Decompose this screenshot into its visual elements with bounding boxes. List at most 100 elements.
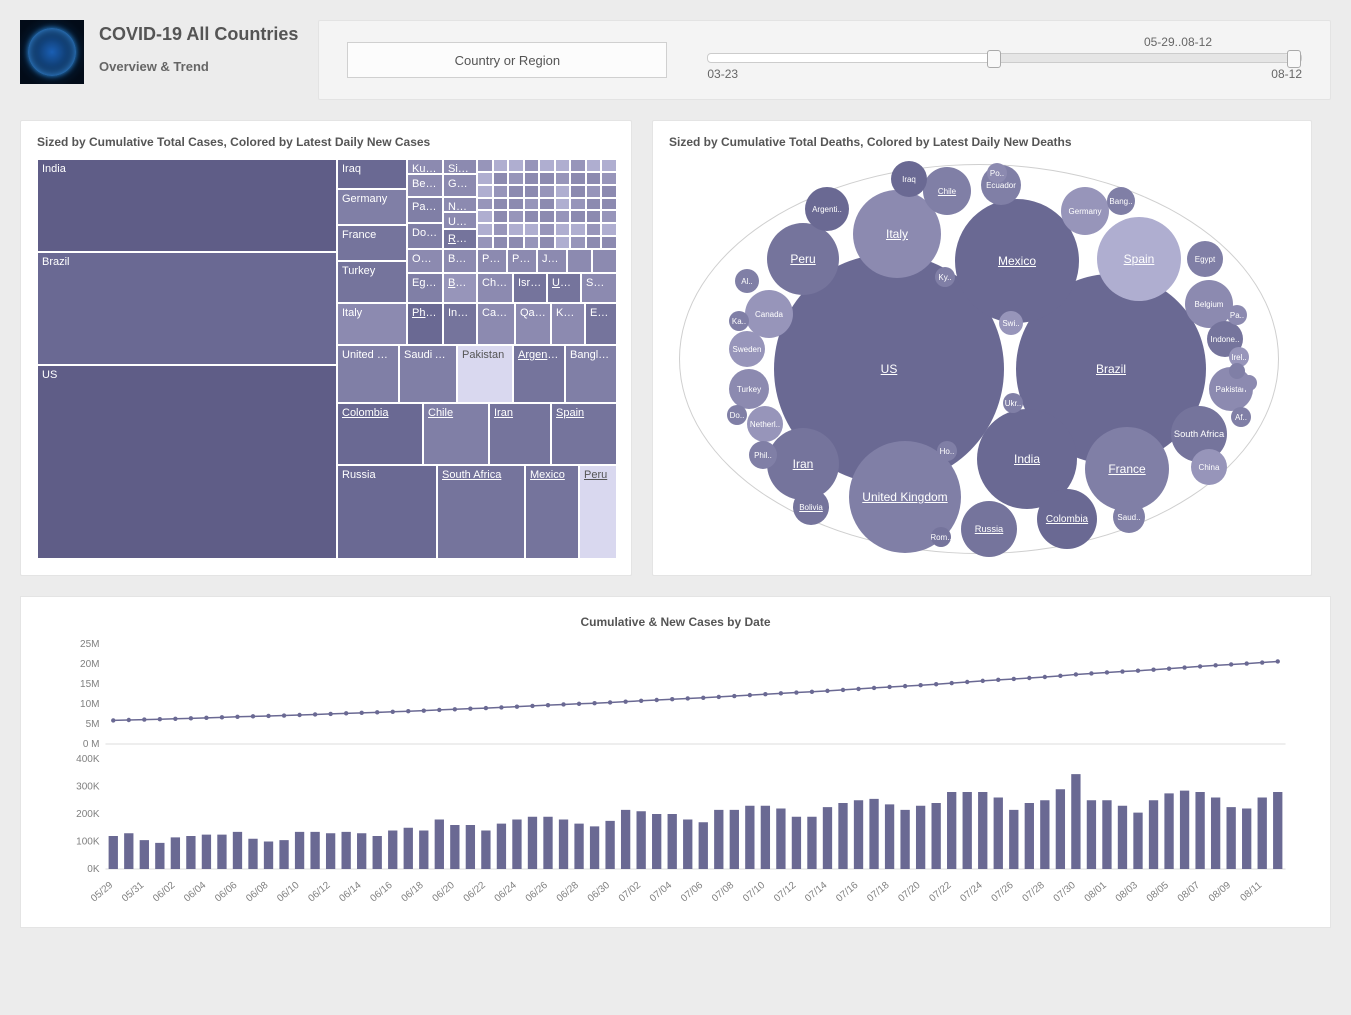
treemap-cell-small[interactable] (477, 210, 493, 223)
treemap-cell[interactable]: Pakistan (457, 345, 513, 403)
treemap-cell[interactable]: Kuwait (407, 159, 443, 174)
treemap-cell-small[interactable] (586, 185, 602, 198)
treemap-cell[interactable]: Italy (337, 303, 407, 345)
treemap-cell-small[interactable] (586, 210, 602, 223)
bubble-item[interactable]: China (1191, 449, 1227, 485)
treemap-cell-small[interactable] (524, 159, 540, 172)
treemap-cell-small[interactable] (555, 236, 571, 249)
treemap-cell-small[interactable] (601, 159, 617, 172)
treemap-cell-small[interactable] (508, 185, 524, 198)
treemap-cell[interactable]: Russia (337, 465, 437, 559)
country-filter-button[interactable]: Country or Region (347, 42, 667, 78)
treemap-cell-small[interactable] (570, 236, 586, 249)
treemap-cell-small[interactable] (570, 223, 586, 236)
treemap-cell[interactable]: Neth.. (443, 197, 477, 212)
treemap-cell-small[interactable] (477, 159, 493, 172)
treemap-cell-small[interactable] (477, 236, 493, 249)
treemap-cell[interactable]: Belar.. (443, 249, 477, 273)
bubble-item[interactable]: Spain (1097, 217, 1181, 301)
treemap-cell-small[interactable] (601, 172, 617, 185)
treemap-cell-small[interactable] (555, 223, 571, 236)
treemap-cell[interactable]: China (477, 273, 513, 303)
treemap-cell[interactable]: Kaz.. (551, 303, 585, 345)
treemap-cell[interactable] (592, 249, 617, 273)
bubble-item[interactable]: Rom.. (931, 527, 951, 547)
bubble-item[interactable]: Ka.. (729, 311, 749, 331)
treemap-cell-small[interactable] (601, 236, 617, 249)
treemap-cell-small[interactable] (524, 223, 540, 236)
treemap-cell[interactable]: US (37, 365, 337, 559)
bubble-item[interactable]: Turkey (729, 369, 769, 409)
treemap-cell-small[interactable] (493, 172, 509, 185)
bubble-item[interactable] (1241, 375, 1257, 391)
treemap-cell[interactable]: Unite.. (443, 212, 477, 229)
treemap-cell-small[interactable] (524, 236, 540, 249)
treemap-cell-small[interactable] (493, 159, 509, 172)
treemap-cell-small[interactable] (524, 210, 540, 223)
treemap-cell-small[interactable] (477, 198, 493, 211)
bubble-item[interactable]: Saud.. (1113, 501, 1145, 533)
bubble-item[interactable]: Egypt (1187, 241, 1223, 277)
treemap-cell-small[interactable] (493, 185, 509, 198)
treemap-cell[interactable]: Ecua.. (585, 303, 617, 345)
treemap-cell[interactable]: Pana.. (407, 197, 443, 223)
bubble-item[interactable]: Phil.. (749, 441, 777, 469)
treemap-cell-small[interactable] (539, 210, 555, 223)
treemap-cell-small[interactable] (539, 223, 555, 236)
treemap-cell-small[interactable] (570, 198, 586, 211)
date-slider[interactable]: 05-29..08-12 03-23 08-12 (707, 39, 1302, 81)
bubble-item[interactable]: Argenti.. (805, 187, 849, 231)
treemap-cell-small[interactable] (477, 223, 493, 236)
bubble-chart[interactable]: USBrazilMexicoUnited KingdomIndiaItalyFr… (669, 159, 1289, 559)
treemap-cell-small[interactable] (555, 198, 571, 211)
treemap-cell-small[interactable] (539, 172, 555, 185)
treemap-cell-small[interactable] (493, 198, 509, 211)
bubble-item[interactable]: Peru (767, 223, 839, 295)
treemap-cell[interactable]: Belgi.. (407, 174, 443, 197)
slider-handle-end[interactable] (1287, 50, 1301, 68)
treemap-cell[interactable]: Cana.. (477, 303, 515, 345)
treemap-cell-small[interactable] (539, 198, 555, 211)
treemap-cell[interactable]: Qatar (515, 303, 551, 345)
treemap-cell[interactable]: Oman (407, 249, 443, 273)
combo-chart[interactable]: 0 M5M10M15M20M25M0K100K200K300K400K05/29… (41, 639, 1310, 919)
bubble-item[interactable]: France (1085, 427, 1169, 511)
treemap-cell-small[interactable] (555, 159, 571, 172)
treemap-cell[interactable]: Swe.. (581, 273, 617, 303)
treemap-cell[interactable]: South Africa (437, 465, 525, 559)
treemap-cell-small[interactable] (539, 159, 555, 172)
bubble-item[interactable]: Iraq (891, 161, 927, 197)
treemap-cell-small[interactable] (555, 172, 571, 185)
treemap-cell-small[interactable] (555, 210, 571, 223)
treemap-cell-small[interactable] (508, 198, 524, 211)
treemap-cell-small[interactable] (539, 185, 555, 198)
treemap-cell-small[interactable] (493, 223, 509, 236)
treemap-cell-small[interactable] (601, 210, 617, 223)
slider-handle-start[interactable] (987, 50, 1001, 68)
treemap-cell-small[interactable] (586, 172, 602, 185)
treemap-cell-small[interactable] (493, 236, 509, 249)
treemap-cell[interactable]: Bolivia (443, 273, 477, 303)
bubble-item[interactable]: Ho.. (937, 441, 957, 461)
treemap-cell-small[interactable] (586, 198, 602, 211)
bubble-item[interactable]: Pa.. (1227, 305, 1247, 325)
treemap-cell[interactable]: France (337, 225, 407, 261)
bubble-item[interactable]: Al.. (735, 269, 759, 293)
treemap-cell[interactable]: Colombia (337, 403, 423, 465)
treemap-cell[interactable] (567, 249, 592, 273)
bubble-item[interactable]: Chile (923, 167, 971, 215)
treemap-cell[interactable]: Argentina (513, 345, 565, 403)
bubble-item[interactable]: Russia (961, 501, 1017, 557)
treemap-cell-small[interactable] (555, 185, 571, 198)
treemap-cell-small[interactable] (508, 223, 524, 236)
treemap-cell-small[interactable] (539, 236, 555, 249)
treemap-cell[interactable]: Philipp.. (407, 303, 443, 345)
bubble-item[interactable]: Po.. (987, 163, 1007, 183)
treemap-cell[interactable]: Brazil (37, 252, 337, 365)
bubble-item[interactable]: Germany (1061, 187, 1109, 235)
bubble-item[interactable]: Sweden (729, 331, 765, 367)
treemap-cell[interactable]: Iran (489, 403, 551, 465)
treemap-cell-small[interactable] (601, 198, 617, 211)
treemap-cell[interactable]: Israel (513, 273, 547, 303)
treemap-cell[interactable]: Egypt (407, 273, 443, 303)
